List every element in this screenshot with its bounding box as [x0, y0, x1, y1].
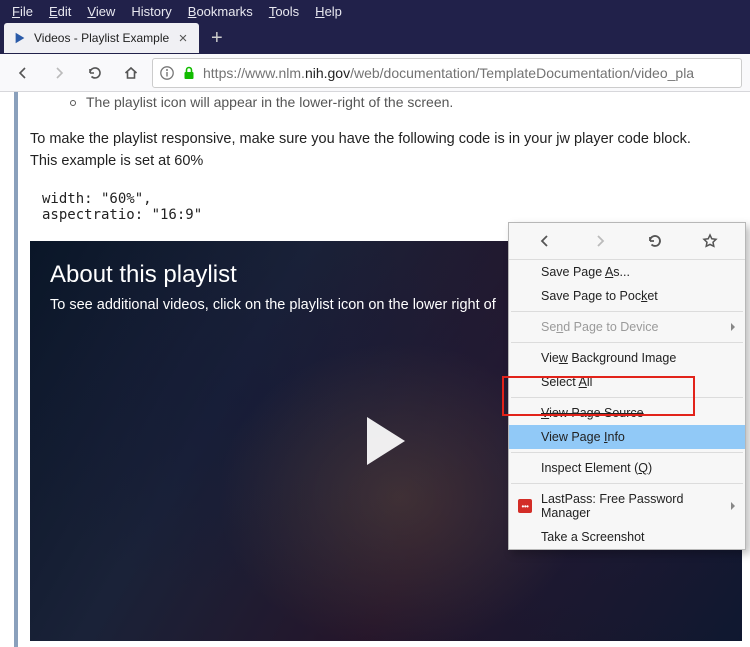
menu-edit[interactable]: Edit: [41, 2, 79, 21]
menu-history[interactable]: History: [123, 2, 179, 21]
context-menu-separator: [511, 397, 743, 398]
context-menu-item-lastpass-free-password-manager[interactable]: •••LastPass: Free Password Manager: [509, 487, 745, 525]
address-bar[interactable]: https://www.nlm.nih.gov/web/documentatio…: [152, 58, 742, 88]
forward-button[interactable]: [44, 58, 74, 88]
menu-bookmarks[interactable]: Bookmarks: [180, 2, 261, 21]
tab-close-button[interactable]: ×: [175, 30, 191, 46]
play-icon[interactable]: [367, 417, 405, 465]
menu-bar: FileEditViewHistoryBookmarksToolsHelp: [0, 0, 750, 22]
site-info-icon[interactable]: [159, 65, 175, 81]
context-menu-separator: [511, 311, 743, 312]
tab-title: Videos - Playlist Example: [34, 31, 175, 45]
context-reload-button[interactable]: [641, 229, 669, 253]
home-button[interactable]: [116, 58, 146, 88]
context-menu-item-view-background-image[interactable]: View Background Image: [509, 346, 745, 370]
context-menu-nav: [509, 223, 745, 260]
context-menu-item-select-all[interactable]: Select All: [509, 370, 745, 394]
context-back-button[interactable]: [531, 229, 559, 253]
context-menu-item-send-page-to-device[interactable]: Send Page to Device: [509, 315, 745, 339]
context-menu: Save Page As...Save Page to Pocket Send P…: [508, 222, 746, 550]
url-text: https://www.nlm.nih.gov/web/documentatio…: [203, 65, 694, 81]
tab-favicon-icon: [12, 30, 28, 46]
context-menu-item-view-page-source[interactable]: View Page Source: [509, 401, 745, 425]
context-menu-item-view-page-info[interactable]: View Page Info: [509, 425, 745, 449]
tab-bar: Videos - Playlist Example × +: [0, 22, 750, 54]
context-menu-separator: [511, 483, 743, 484]
browser-tab[interactable]: Videos - Playlist Example ×: [4, 23, 199, 53]
content-left-rule: [14, 92, 18, 647]
context-menu-item-inspect-element-q[interactable]: Inspect Element (Q): [509, 456, 745, 480]
context-menu-item-take-a-screenshot[interactable]: Take a Screenshot: [509, 525, 745, 549]
context-menu-separator: [511, 452, 743, 453]
lastpass-icon: •••: [517, 498, 533, 514]
bullet-text: The playlist icon will appear in the low…: [86, 94, 453, 110]
menu-tools[interactable]: Tools: [261, 2, 307, 21]
menu-view[interactable]: View: [79, 2, 123, 21]
context-forward-button[interactable]: [586, 229, 614, 253]
bullet-item: The playlist icon will appear in the low…: [30, 94, 742, 128]
context-menu-item-save-page-as[interactable]: Save Page As...: [509, 260, 745, 284]
context-bookmark-button[interactable]: [696, 229, 724, 253]
lock-icon: [181, 65, 197, 81]
menu-help[interactable]: Help: [307, 2, 350, 21]
menu-file[interactable]: File: [4, 2, 41, 21]
nav-toolbar: https://www.nlm.nih.gov/web/documentatio…: [0, 54, 750, 92]
bullet-icon: [70, 100, 76, 106]
back-button[interactable]: [8, 58, 38, 88]
new-tab-button[interactable]: +: [199, 27, 235, 50]
paragraph: To make the playlist responsive, make su…: [30, 128, 742, 173]
context-menu-separator: [511, 342, 743, 343]
context-menu-item-save-page-to-pocket[interactable]: Save Page to Pocket: [509, 284, 745, 308]
reload-button[interactable]: [80, 58, 110, 88]
